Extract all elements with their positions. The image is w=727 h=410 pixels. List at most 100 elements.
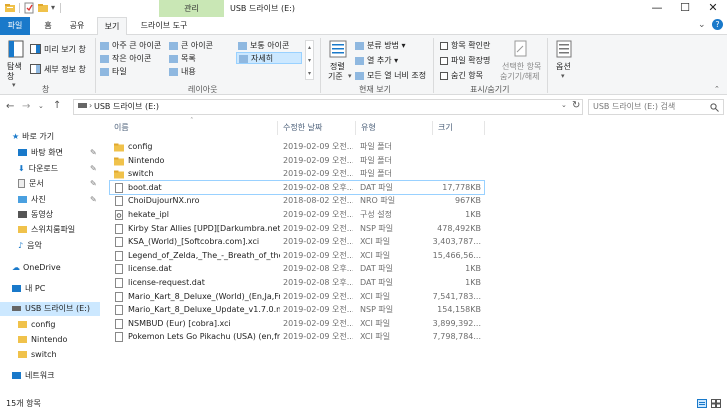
hide-selected-button-2[interactable]: 숨기기/해제	[500, 71, 540, 82]
new-folder-icon[interactable]	[37, 2, 49, 14]
close-button[interactable]: ✕	[699, 0, 727, 17]
address-chevron-icon[interactable]: ›	[89, 101, 92, 110]
layout-small-icons[interactable]: 작은 아이콘	[100, 53, 151, 65]
column-divider[interactable]	[484, 121, 485, 135]
sort-button-2[interactable]: 기준	[328, 71, 343, 82]
maximize-button[interactable]: ☐	[671, 0, 699, 17]
tab-file[interactable]: 파일	[0, 17, 30, 35]
file-row[interactable]: license.dat 2019-02-08 오후... DAT 파일 1KB	[110, 262, 484, 276]
options-button[interactable]: 옵션	[556, 61, 571, 72]
group-by-button[interactable]: 분류 방법 ▾	[355, 40, 406, 51]
address-dropdown-icon[interactable]: ⌄	[561, 101, 567, 109]
up-icon[interactable]: ↑	[53, 100, 61, 111]
large-icons-view-icon[interactable]	[711, 399, 721, 408]
layout-medium-icons[interactable]: 보통 아이콘	[238, 40, 289, 52]
file-row[interactable]: switch 2019-02-09 오전... 파일 폴더	[110, 167, 484, 181]
pin-icon[interactable]: ✎	[90, 164, 97, 173]
nav-pane-dropdown-icon[interactable]: ▾	[12, 81, 16, 89]
nav-onedrive[interactable]: ☁ OneDrive	[12, 261, 61, 275]
forward-icon[interactable]: →	[22, 101, 30, 112]
details-pane-button[interactable]: 세부 정보 창	[44, 64, 86, 75]
pin-icon[interactable]: ✎	[90, 195, 97, 204]
nav-this-pc[interactable]: 내 PC	[12, 282, 45, 296]
tab-home[interactable]: 홈	[38, 17, 58, 35]
file-row[interactable]: Kirby Star Allies [UPD][Darkumbra.net][.…	[110, 222, 484, 236]
layout-scroll[interactable]: ▴ ▾ ▾	[305, 40, 314, 80]
address-path[interactable]: USB 드라이브 (E:)	[94, 100, 159, 114]
file-row[interactable]: ChoiDujourNX.nro 2018-08-02 오전... NRO 파일 96…	[110, 194, 484, 208]
fit-columns-button[interactable]: 모든 열 너비 조정	[355, 70, 426, 81]
file-row[interactable]: boot.dat 2019-02-08 오후... DAT 파일 17,778KB	[109, 179, 485, 196]
nav-desktop[interactable]: 바탕 화면	[18, 146, 63, 160]
nav-pictures[interactable]: 사진	[18, 193, 46, 207]
nav-usb-drive[interactable]: USB 드라이브 (E:)	[0, 302, 100, 316]
column-header-size[interactable]: 크기	[438, 121, 453, 135]
layout-details[interactable]: 자세히	[236, 52, 302, 64]
column-header-type[interactable]: 유형	[361, 121, 376, 135]
nav-switch-save[interactable]: 스위치룸파일	[18, 223, 75, 237]
file-row[interactable]: hekate_ipl 2019-02-09 오전... 구성 설정 1KB	[110, 208, 484, 222]
tab-view[interactable]: 보기	[97, 17, 127, 36]
column-header-name[interactable]: 이름	[114, 121, 129, 135]
back-icon[interactable]: ←	[6, 101, 14, 112]
layout-large-icons[interactable]: 큰 아이콘	[169, 40, 213, 52]
nav-network[interactable]: 네트워크	[12, 369, 54, 383]
nav-quick-access[interactable]: ★ 바로 가기	[12, 130, 54, 144]
hidden-items-toggle[interactable]: 숨긴 항목	[440, 70, 483, 81]
ribbon-collapse-icon[interactable]: ⌄	[698, 20, 706, 30]
layout-tiles[interactable]: 타일	[100, 66, 127, 78]
customize-qa-icon[interactable]: ▾	[51, 3, 55, 12]
refresh-icon[interactable]: ↻	[572, 100, 580, 111]
file-extensions-toggle[interactable]: 파일 확장명	[440, 55, 490, 66]
file-extensions-checkbox[interactable]	[440, 56, 448, 65]
preview-pane-icon[interactable]	[30, 44, 41, 54]
details-pane-icon[interactable]	[30, 64, 41, 74]
properties-icon[interactable]	[23, 2, 35, 14]
file-row[interactable]: Nintendo 2019-02-09 오전... 파일 폴더	[110, 154, 484, 168]
layout-list[interactable]: 목록	[169, 53, 196, 65]
file-row[interactable]: Mario_Kart_8_Deluxe_(World)_(En,Ja,Fr,D.…	[110, 290, 484, 304]
file-row[interactable]: config 2019-02-09 오전... 파일 폴더	[110, 140, 484, 154]
sort-icon[interactable]	[329, 40, 347, 58]
nav-music[interactable]: ♪ 음악	[18, 239, 42, 253]
layout-content[interactable]: 내용	[169, 66, 196, 78]
file-row[interactable]: Legend_of_Zelda,_The_-_Breath_of_the_...…	[110, 249, 484, 263]
tab-share[interactable]: 공유	[64, 17, 90, 35]
navigation-pane-icon[interactable]	[8, 40, 24, 58]
hidden-items-checkbox[interactable]	[440, 71, 448, 80]
pin-icon[interactable]: ✎	[90, 179, 97, 188]
context-tab-manage[interactable]: 관리	[159, 0, 224, 17]
help-icon[interactable]: ?	[712, 19, 723, 30]
search-icon[interactable]	[710, 103, 719, 112]
nav-downloads[interactable]: ⬇ 다운로드	[18, 162, 58, 176]
file-row[interactable]: KSA_(World)_[Softcobra.com].xci 2019-02-0…	[110, 235, 484, 249]
add-columns-button[interactable]: 열 추가 ▾	[355, 55, 398, 66]
pin-icon[interactable]: ✎	[90, 148, 97, 157]
minimize-button[interactable]: —	[643, 0, 671, 17]
preview-pane-button[interactable]: 미리 보기 창	[44, 44, 86, 55]
nav-sub-config[interactable]: config	[18, 318, 55, 332]
nav-sub-nintendo[interactable]: Nintendo	[18, 333, 67, 347]
column-divider[interactable]	[277, 121, 278, 135]
column-divider[interactable]	[432, 121, 433, 135]
details-view-icon[interactable]	[697, 399, 707, 408]
file-row[interactable]: NSMBUD (Eur) [cobra].xci 2019-02-09 오전...…	[110, 317, 484, 331]
options-dropdown-icon[interactable]: ▾	[561, 72, 565, 80]
ribbon-minimize-icon[interactable]: ⌃	[714, 85, 720, 93]
options-icon[interactable]	[556, 40, 572, 58]
tab-drive-tools[interactable]: 드라이브 도구	[130, 17, 198, 35]
hide-selected-icon[interactable]	[514, 40, 528, 58]
file-row[interactable]: Mario_Kart_8_Deluxe_Update_v1.7.0.nsp 201…	[110, 303, 484, 317]
nav-videos[interactable]: 동영상	[18, 208, 53, 222]
item-checkboxes-toggle[interactable]: 항목 확인란	[440, 40, 490, 51]
layout-extra-large-icons[interactable]: 아주 큰 아이콘	[100, 40, 161, 52]
recent-locations-icon[interactable]: ⌄	[38, 102, 44, 110]
item-checkboxes-checkbox[interactable]	[440, 41, 448, 50]
nav-sub-switch[interactable]: switch	[18, 348, 57, 362]
file-row[interactable]: license-request.dat 2019-02-08 오후... DAT 파…	[110, 276, 484, 290]
search-placeholder[interactable]: USB 드라이브 (E:) 검색	[593, 100, 675, 114]
sort-dropdown-icon[interactable]: ▾	[348, 72, 352, 80]
column-divider[interactable]	[355, 121, 356, 135]
nav-documents[interactable]: 문서	[18, 177, 44, 191]
column-header-date[interactable]: 수정한 날짜	[283, 121, 322, 135]
